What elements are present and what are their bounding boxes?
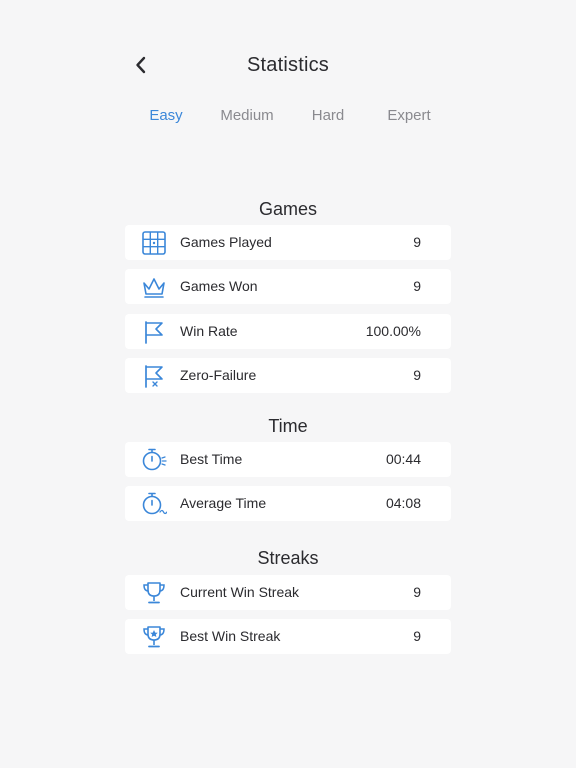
stat-row-average-time: Average Time 04:08 <box>125 486 451 521</box>
stat-value: 9 <box>413 278 421 294</box>
stat-value: 9 <box>413 234 421 250</box>
section-title-time: Time <box>268 416 308 436</box>
stat-row-best-time: Best Time 00:44 <box>125 442 451 477</box>
sudoku-grid-icon <box>141 230 167 256</box>
stat-row-zero-failure: Zero-Failure 9 <box>125 358 451 393</box>
stat-row-win-rate: Win Rate 100.00% <box>125 314 451 349</box>
stat-label: Best Time <box>180 451 243 467</box>
stat-label: Games Won <box>180 278 258 294</box>
stat-label: Zero-Failure <box>180 367 257 383</box>
flag-x-icon <box>141 363 167 389</box>
tab-hard[interactable]: Hard <box>312 106 345 126</box>
trophy-icon <box>141 580 167 606</box>
stopwatch-fast-icon <box>141 447 167 473</box>
trophy-star-icon <box>141 624 167 650</box>
crown-icon <box>141 274 167 300</box>
stat-label: Best Win Streak <box>180 628 281 644</box>
section-title-streaks: Streaks <box>257 548 319 568</box>
stat-value: 9 <box>413 584 421 600</box>
tab-easy[interactable]: Easy <box>149 106 182 126</box>
stat-row-games-played: Games Played 9 <box>125 225 451 260</box>
stat-row-current-win-streak: Current Win Streak 9 <box>125 575 451 610</box>
stat-value: 9 <box>413 367 421 383</box>
stat-value: 9 <box>413 628 421 644</box>
section-title-games: Games <box>258 199 318 219</box>
stat-row-best-win-streak: Best Win Streak 9 <box>125 619 451 654</box>
flag-icon <box>141 319 167 345</box>
tab-medium[interactable]: Medium <box>220 106 273 126</box>
stopwatch-wave-icon <box>141 491 167 517</box>
stat-label: Games Played <box>180 234 272 250</box>
stat-label: Current Win Streak <box>180 584 300 600</box>
stat-value: 04:08 <box>385 495 421 511</box>
tab-expert[interactable]: Expert <box>387 106 430 126</box>
stat-value: 100.00% <box>365 323 421 339</box>
stat-value: 00:44 <box>385 451 421 467</box>
stat-label: Win Rate <box>180 323 238 339</box>
stat-row-games-won: Games Won 9 <box>125 269 451 304</box>
page-title: Statistics <box>246 54 330 76</box>
difficulty-tabs: Easy Medium Hard Expert <box>125 106 451 126</box>
stat-label: Average Time <box>180 495 267 511</box>
